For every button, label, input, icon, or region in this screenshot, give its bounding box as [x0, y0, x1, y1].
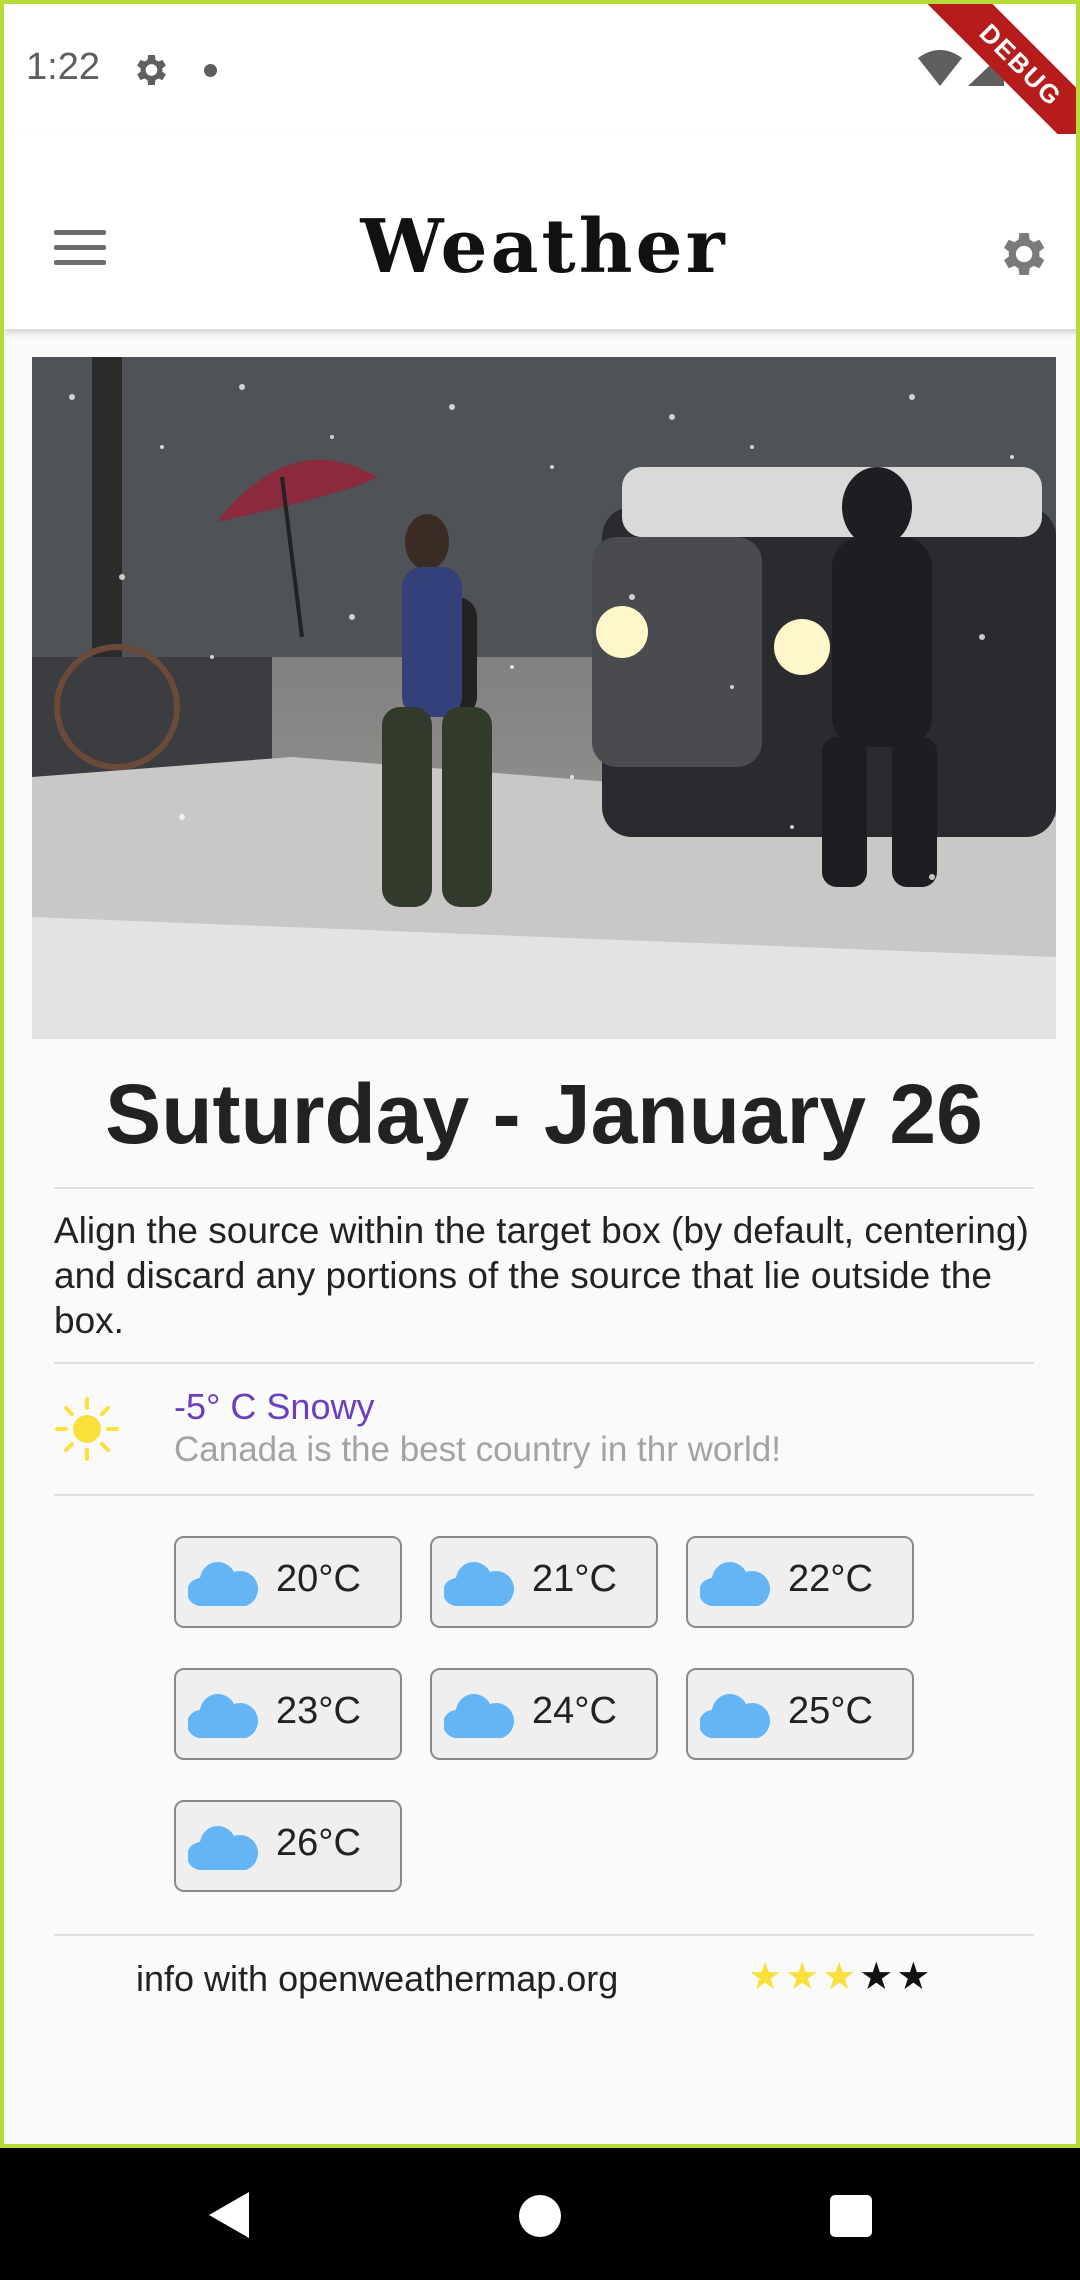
recents-icon[interactable] — [830, 2195, 872, 2237]
chip-label: 21°C — [532, 1558, 617, 1600]
star-icon: ★ — [859, 1956, 897, 1998]
star-icon: ★ — [748, 1956, 786, 1998]
hero-image — [32, 357, 1056, 1039]
cloud-icon — [188, 1562, 258, 1606]
forecast-chip[interactable]: 24°C — [430, 1668, 658, 1760]
weather-subtitle: Canada is the best country in thr world! — [174, 1430, 781, 1469]
cloud-icon — [700, 1694, 770, 1738]
gear-icon[interactable] — [994, 226, 1050, 282]
chip-label: 26°C — [276, 1822, 361, 1864]
divider — [54, 1494, 1034, 1496]
star-icon: ★ — [822, 1956, 860, 1998]
cloud-icon — [444, 1694, 514, 1738]
cloud-icon — [444, 1562, 514, 1606]
cloud-icon — [188, 1694, 258, 1738]
divider — [54, 1362, 1034, 1364]
forecast-chip[interactable]: 25°C — [686, 1668, 914, 1760]
chip-label: 20°C — [276, 1558, 361, 1600]
app-frame: 1:22 DEBUG Weather Suturday - January 26… — [0, 0, 1080, 2148]
app-bar: Weather — [4, 134, 1076, 329]
status-time: 1:22 — [26, 46, 100, 88]
footer: info with openweathermap.org ★★★★★ — [54, 1944, 1034, 2014]
current-weather: -5° C Snowy Canada is the best country i… — [54, 1384, 1034, 1494]
notification-dot-icon — [204, 64, 217, 77]
rating-stars: ★★★★★ — [748, 1954, 933, 1999]
temperature-text: -5° C Snowy — [174, 1386, 375, 1427]
wifi-icon — [918, 50, 962, 86]
app-title: Weather — [360, 204, 728, 290]
date-heading: Suturday - January 26 — [105, 1067, 983, 1161]
source-text: info with openweathermap.org — [136, 1958, 619, 1999]
status-bar: 1:22 DEBUG — [4, 4, 1076, 170]
sun-icon — [55, 1397, 119, 1461]
back-icon[interactable] — [205, 2190, 251, 2240]
forecast-chip[interactable]: 26°C — [174, 1800, 402, 1892]
chip-label: 23°C — [276, 1690, 361, 1732]
star-icon: ★ — [785, 1956, 823, 1998]
nav-bar — [0, 2148, 1080, 2280]
cloud-icon — [700, 1562, 770, 1606]
home-icon[interactable] — [519, 2195, 561, 2237]
settings-icon — [137, 55, 166, 85]
star-icon: ★ — [896, 1956, 934, 1998]
forecast-chip[interactable]: 21°C — [430, 1536, 658, 1628]
divider — [54, 1187, 1034, 1189]
forecast-chip[interactable]: 23°C — [174, 1668, 402, 1760]
chip-label: 22°C — [788, 1558, 873, 1600]
forecast-chip[interactable]: 22°C — [686, 1536, 914, 1628]
chip-label: 25°C — [788, 1690, 873, 1732]
chip-label: 24°C — [532, 1690, 617, 1732]
divider — [54, 1934, 1034, 1936]
forecast-chip[interactable]: 20°C — [174, 1536, 402, 1628]
description-text: Align the source within the target box (… — [54, 1210, 1029, 1341]
cloud-icon — [188, 1826, 258, 1870]
